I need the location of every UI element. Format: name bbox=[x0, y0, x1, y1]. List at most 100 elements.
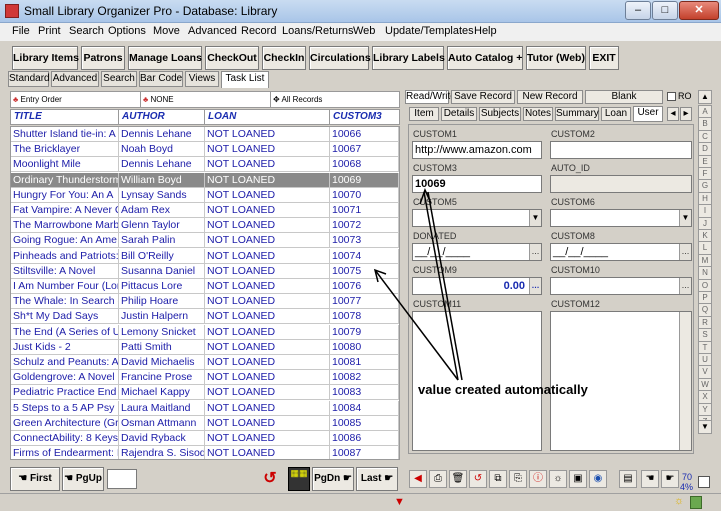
tab-standard[interactable]: Standard bbox=[8, 71, 50, 87]
custom1-field[interactable]: http://www.amazon.com bbox=[412, 141, 542, 159]
hand-right-icon[interactable]: ☛ bbox=[661, 470, 679, 488]
tab-advanced[interactable]: Advanced bbox=[51, 71, 99, 87]
table-row[interactable]: Firms of Endearment: I Rajendra S. Sisod N… bbox=[11, 446, 399, 459]
maximize-button[interactable]: □ bbox=[652, 1, 678, 20]
close-button[interactable]: ✕ bbox=[679, 1, 719, 20]
save-record-button[interactable]: Save Record bbox=[451, 90, 515, 104]
menu-options[interactable]: Options bbox=[108, 25, 146, 37]
table-row[interactable]: I Am Number Four (Lor Pittacus Lore NOT LO… bbox=[11, 279, 399, 294]
custom5-dropdown[interactable]: ▼ bbox=[412, 209, 542, 227]
read-write-toggle[interactable]: Read/Write bbox=[405, 90, 456, 104]
paste-icon[interactable]: ⎘ bbox=[509, 470, 527, 488]
tab-subjects[interactable]: Subjects bbox=[479, 107, 521, 121]
info-icon[interactable]: ⓘ bbox=[529, 470, 547, 488]
menu-loans-returns[interactable]: Loans/Returns bbox=[282, 25, 354, 37]
exit-button[interactable]: EXIT bbox=[589, 46, 619, 70]
column-title[interactable]: TITLE bbox=[11, 110, 119, 124]
menu-move[interactable]: Move bbox=[153, 25, 180, 37]
table-row[interactable]: Pinheads and Patriots: Bill O'Reilly NOT L… bbox=[11, 248, 399, 264]
custom8-date-field[interactable]: __/__/____… bbox=[550, 243, 692, 261]
ellipsis-icon[interactable]: … bbox=[679, 278, 691, 294]
ellipsis-icon[interactable]: … bbox=[679, 244, 691, 260]
undo-icon[interactable]: ↺ bbox=[260, 469, 280, 489]
scroll-up-icon[interactable]: ▲ bbox=[698, 90, 712, 104]
library-items-button[interactable]: Library Items bbox=[12, 46, 79, 70]
tab-details[interactable]: Details bbox=[441, 107, 477, 121]
table-row[interactable]: The End (A Series of U Lemony Snicket NOT … bbox=[11, 324, 399, 340]
table-row[interactable]: Just Kids - 2 Patti Smith NOT LOANED 10080 bbox=[11, 339, 399, 355]
table-row[interactable]: The Bricklayer Noah Boyd NOT LOANED 10067 bbox=[11, 142, 399, 158]
trash-icon[interactable]: 🗑 bbox=[449, 470, 467, 488]
custom10-field[interactable]: … bbox=[550, 277, 692, 295]
table-row[interactable]: Stiltsville: A Novel Susanna Daniel NOT LO… bbox=[11, 263, 399, 279]
custom9-field[interactable]: 0.00… bbox=[412, 277, 542, 295]
memo-scrollbar[interactable] bbox=[679, 312, 691, 450]
table-row[interactable]: The Whale: In Search o Philip Hoare NOT LO… bbox=[11, 294, 399, 310]
globe-icon[interactable]: ◉ bbox=[589, 470, 607, 488]
menu-record[interactable]: Record bbox=[241, 25, 276, 37]
ellipsis-icon[interactable]: … bbox=[529, 244, 541, 260]
tab-search[interactable]: Search bbox=[101, 71, 137, 87]
tab-scroll-left-icon[interactable]: ◂ bbox=[667, 107, 679, 121]
table-row[interactable]: Ordinary Thunderstorm William Boyd NOT LOA… bbox=[11, 172, 399, 188]
table-row[interactable]: Going Rogue: An Ame Sarah Palin NOT LOANED… bbox=[11, 233, 399, 249]
menu-file[interactable]: File bbox=[12, 25, 30, 37]
table-row[interactable]: Green Architecture (Gr Osman Attmann NOT L… bbox=[11, 415, 399, 431]
tab-barcode[interactable]: Bar Code bbox=[139, 71, 183, 87]
ro-checkbox[interactable] bbox=[667, 92, 676, 101]
menu-print[interactable]: Print bbox=[38, 25, 61, 37]
table-row[interactable]: 5 Steps to a 5 AP Psy Laura Maitland NOT L… bbox=[11, 400, 399, 416]
new-record-button[interactable]: New Record bbox=[517, 90, 583, 104]
sort-entry-order[interactable]: ♣ Entry Order bbox=[11, 92, 141, 107]
picture-icon[interactable]: ▣ bbox=[569, 470, 587, 488]
table-row[interactable]: Goldengrove: A Novel Francine Prose NOT LO… bbox=[11, 370, 399, 386]
goto-record-input[interactable] bbox=[107, 469, 137, 489]
table-row[interactable]: Shutter Island tie-in: A Dennis Lehane NOT… bbox=[11, 127, 399, 142]
table-row[interactable]: Sh*t My Dad Says Justin Halpern NOT LOANED… bbox=[11, 309, 399, 325]
minimize-button[interactable]: – bbox=[625, 1, 651, 20]
bulb-icon[interactable]: ☼ bbox=[549, 470, 567, 488]
menu-search[interactable]: Search bbox=[69, 25, 104, 37]
custom6-dropdown[interactable]: ▼ bbox=[550, 209, 692, 227]
tab-user[interactable]: User bbox=[633, 106, 663, 122]
copy-icon[interactable]: ⧉ bbox=[489, 470, 507, 488]
column-author[interactable]: AUTHOR bbox=[119, 110, 205, 124]
menu-update-templates[interactable]: Update/Templates bbox=[385, 25, 474, 37]
column-custom3[interactable]: CUSTOM3 bbox=[330, 110, 399, 124]
back-arrow-icon[interactable]: ◀ bbox=[409, 470, 427, 488]
chevron-down-icon[interactable]: ▼ bbox=[679, 210, 691, 226]
tab-notes[interactable]: Notes bbox=[523, 107, 553, 121]
custom12-memo[interactable] bbox=[550, 311, 692, 451]
last-button[interactable]: Last ☛ bbox=[356, 467, 398, 491]
undo-icon[interactable]: ↺ bbox=[469, 470, 487, 488]
checkout-button[interactable]: CheckOut bbox=[205, 46, 259, 70]
tab-views[interactable]: Views bbox=[185, 71, 219, 87]
scroll-down-icon[interactable]: ▼ bbox=[698, 420, 712, 434]
tab-scroll-right-icon[interactable]: ▸ bbox=[680, 107, 692, 121]
patrons-button[interactable]: Patrons bbox=[81, 46, 125, 70]
manage-loans-button[interactable]: Manage Loans bbox=[128, 46, 202, 70]
library-labels-button[interactable]: Library Labels bbox=[372, 46, 445, 70]
menu-help[interactable]: Help bbox=[474, 25, 497, 37]
report-icon[interactable]: ▤ bbox=[619, 470, 637, 488]
tab-loan[interactable]: Loan bbox=[601, 107, 631, 121]
auto-catalog-button[interactable]: Auto Catalog + bbox=[447, 46, 523, 70]
custom3-field[interactable]: 10069 bbox=[412, 175, 542, 193]
chevron-down-icon[interactable]: ▼ bbox=[529, 210, 541, 226]
custom11-memo[interactable] bbox=[412, 311, 542, 451]
custom2-field[interactable] bbox=[550, 141, 692, 159]
print-icon[interactable]: ⎙ bbox=[429, 470, 447, 488]
first-button[interactable]: ☚ First bbox=[10, 467, 60, 491]
pgdn-button[interactable]: PgDn ☛ bbox=[312, 467, 354, 491]
filter-all-records[interactable]: ✥ All Records bbox=[271, 92, 399, 107]
checkin-button[interactable]: CheckIn bbox=[262, 46, 306, 70]
table-row[interactable]: Moonlight Mile Dennis Lehane NOT LOANED 100… bbox=[11, 157, 399, 173]
table-row[interactable]: ConnectAbility: 8 Keys David Ryback NOT LO… bbox=[11, 431, 399, 446]
column-loan[interactable]: LOAN bbox=[205, 110, 330, 124]
sort-none[interactable]: ♣ NONE bbox=[141, 92, 271, 107]
ellipsis-icon[interactable]: … bbox=[529, 278, 541, 294]
bulb-icon[interactable]: ☼ bbox=[672, 495, 686, 510]
blank-button[interactable]: Blank bbox=[585, 90, 663, 104]
table-row[interactable]: Pediatric Practice End Michael Kappy NOT L… bbox=[11, 385, 399, 401]
tab-summary[interactable]: Summary bbox=[555, 107, 599, 121]
